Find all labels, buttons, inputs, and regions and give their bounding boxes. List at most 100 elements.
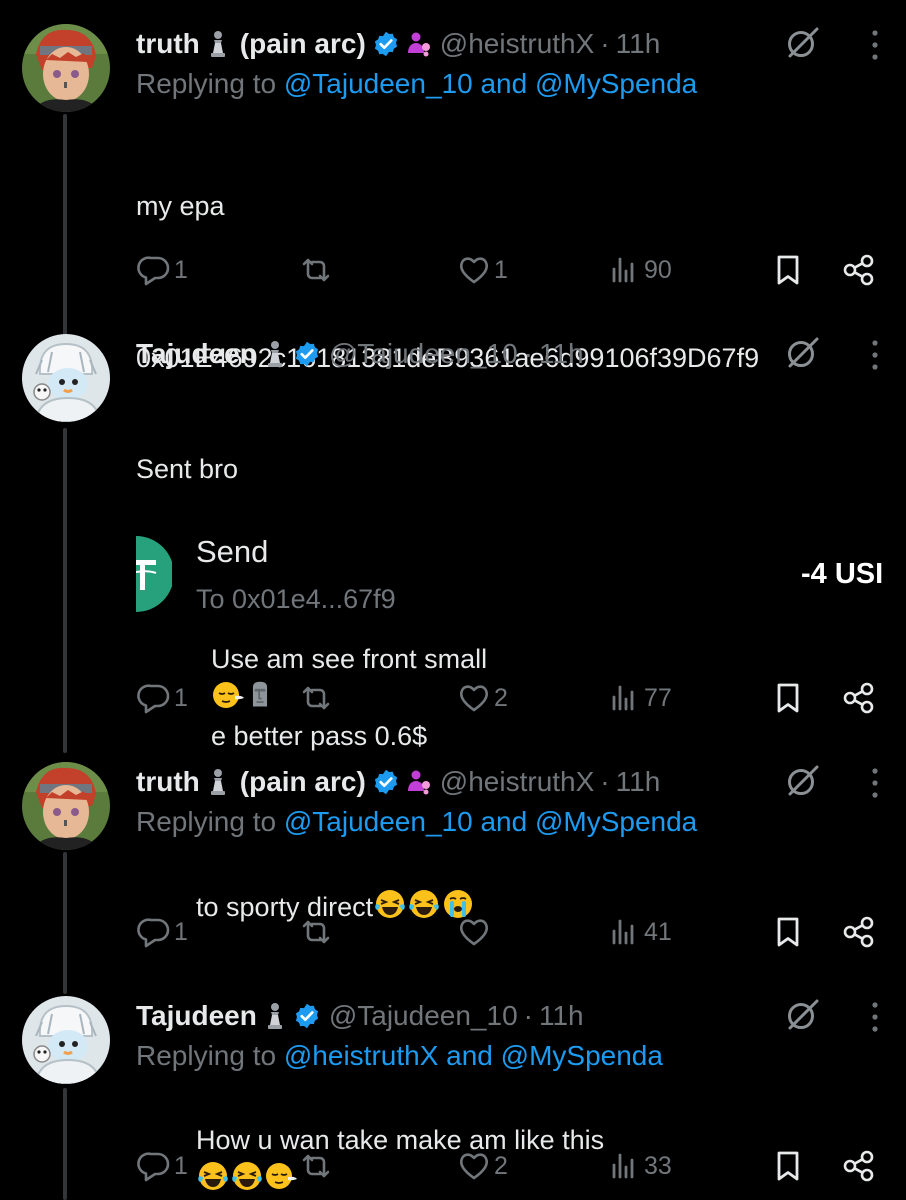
verified-badge-icon[interactable] — [372, 768, 400, 796]
display-name[interactable]: truth — [136, 28, 200, 60]
views-button[interactable]: 90 — [606, 250, 672, 290]
like-button[interactable]: 1 — [456, 250, 508, 290]
grok-icon[interactable] — [786, 764, 820, 798]
bookmark-button[interactable] — [770, 912, 806, 952]
replying-to-label: Replying to — [136, 68, 277, 99]
more-icon[interactable] — [868, 28, 882, 62]
verified-badge-icon[interactable] — [293, 1002, 321, 1030]
mention-link[interactable]: @MySpenda — [535, 806, 697, 837]
display-name[interactable]: Tajudeen — [136, 1000, 257, 1032]
tweet[interactable]: truth (pain arc) @heistruthX · 11h Reply… — [0, 24, 906, 373]
like-button[interactable]: 2 — [456, 1146, 508, 1186]
mention-link[interactable]: @heistruthX — [284, 1040, 439, 1071]
reply-count: 1 — [174, 255, 188, 284]
reply-icon — [136, 680, 172, 716]
reply-thread: truth (pain arc) @heistruthX · 11h Reply… — [0, 0, 906, 1200]
views-icon — [606, 1148, 642, 1184]
pawn-icon — [265, 340, 285, 368]
tweet-header: truth (pain arc) @heistruthX · 11h — [136, 24, 886, 64]
more-icon[interactable] — [868, 338, 882, 372]
repost-button[interactable] — [298, 1146, 336, 1186]
display-name-suffix[interactable]: (pain arc) — [240, 766, 366, 798]
reply-button[interactable]: 1 — [136, 250, 188, 290]
like-button[interactable] — [456, 912, 494, 952]
reply-count: 1 — [174, 917, 188, 946]
mention-link[interactable]: @MySpenda — [535, 68, 697, 99]
grok-icon[interactable] — [786, 26, 820, 60]
tweet[interactable]: Tajudeen @Tajudeen_10 · 11h Sent bro Use… — [0, 334, 906, 751]
share-icon — [841, 252, 877, 288]
timestamp[interactable]: 11h — [616, 766, 661, 798]
handle[interactable]: @Tajudeen_10 — [329, 338, 518, 370]
timestamp[interactable]: 11h — [616, 28, 661, 60]
repost-icon — [298, 680, 334, 716]
mention-link[interactable]: @Tajudeen_10 — [284, 806, 473, 837]
timestamp[interactable]: 11h — [539, 1000, 584, 1032]
mention-link[interactable]: @MySpenda — [501, 1040, 663, 1071]
share-button[interactable] — [841, 912, 877, 952]
reply-count: 1 — [174, 683, 188, 712]
verified-badge-icon[interactable] — [372, 30, 400, 58]
pawn-icon — [208, 30, 228, 58]
tweet[interactable]: Tajudeen @Tajudeen_10 · 11h Replying to … — [0, 996, 906, 1200]
tweet-header: Tajudeen @Tajudeen_10 · 11h — [136, 334, 886, 374]
replying-and: and — [446, 1040, 493, 1071]
repost-button[interactable] — [298, 678, 336, 718]
share-button[interactable] — [841, 1146, 877, 1186]
view-count: 77 — [644, 683, 672, 712]
reply-button[interactable]: 1 — [136, 678, 188, 718]
pawn-icon — [208, 768, 228, 796]
more-icon[interactable] — [868, 766, 882, 800]
reply-button[interactable]: 1 — [136, 912, 188, 952]
avatar[interactable] — [22, 996, 110, 1084]
like-count: 2 — [494, 683, 508, 712]
bookmark-button[interactable] — [770, 678, 806, 718]
share-button[interactable] — [841, 678, 877, 718]
handle[interactable]: @heistruthX — [440, 28, 595, 60]
display-name-suffix[interactable]: (pain arc) — [240, 28, 366, 60]
tweet-text-segment: Use am see front small — [211, 644, 488, 674]
display-name[interactable]: Tajudeen — [136, 338, 257, 370]
views-button[interactable]: 77 — [606, 678, 672, 718]
tweet[interactable]: truth (pain arc) @heistruthX · 11h Reply… — [0, 762, 906, 962]
reply-button[interactable]: 1 — [136, 1146, 188, 1186]
transaction-card[interactable]: Send To 0x01e4...67f9 -4 USI — [136, 534, 906, 634]
views-icon — [606, 680, 642, 716]
share-icon — [841, 680, 877, 716]
handle[interactable]: @Tajudeen_10 — [329, 1000, 518, 1032]
avatar[interactable] — [22, 24, 110, 112]
mention-link[interactable]: @Tajudeen_10 — [284, 68, 473, 99]
like-icon — [456, 914, 492, 950]
display-name[interactable]: truth — [136, 766, 200, 798]
replying-and: and — [480, 68, 528, 99]
avatar[interactable] — [22, 334, 110, 422]
repost-button[interactable] — [298, 250, 336, 290]
avatar[interactable] — [22, 762, 110, 850]
verified-badge-icon[interactable] — [293, 340, 321, 368]
action-bar: 1 1 90 — [136, 250, 886, 290]
timestamp[interactable]: 11h — [539, 338, 584, 370]
share-icon — [841, 914, 877, 950]
replying-and: and — [480, 806, 528, 837]
view-count: 41 — [644, 917, 672, 946]
views-button[interactable]: 41 — [606, 912, 672, 952]
bookmark-button[interactable] — [770, 1146, 806, 1186]
replying-to: Replying to @heistruthX and @MySpenda — [136, 1036, 886, 1076]
affiliate-icon[interactable] — [406, 31, 432, 57]
share-button[interactable] — [841, 250, 877, 290]
action-bar: 1 2 33 — [136, 1146, 886, 1186]
grok-icon[interactable] — [786, 998, 820, 1032]
like-count: 1 — [494, 255, 508, 284]
grok-icon[interactable] — [786, 336, 820, 370]
handle[interactable]: @heistruthX — [440, 766, 595, 798]
affiliate-icon[interactable] — [406, 769, 432, 795]
replying-to: Replying to @Tajudeen_10 and @MySpenda — [136, 802, 886, 842]
replying-to-label: Replying to — [136, 806, 277, 837]
views-button[interactable]: 33 — [606, 1146, 672, 1186]
like-button[interactable]: 2 — [456, 678, 508, 718]
separator: · — [600, 28, 610, 59]
repost-button[interactable] — [298, 912, 336, 952]
more-icon[interactable] — [868, 1000, 882, 1034]
reply-icon — [136, 1148, 172, 1184]
bookmark-button[interactable] — [770, 250, 806, 290]
